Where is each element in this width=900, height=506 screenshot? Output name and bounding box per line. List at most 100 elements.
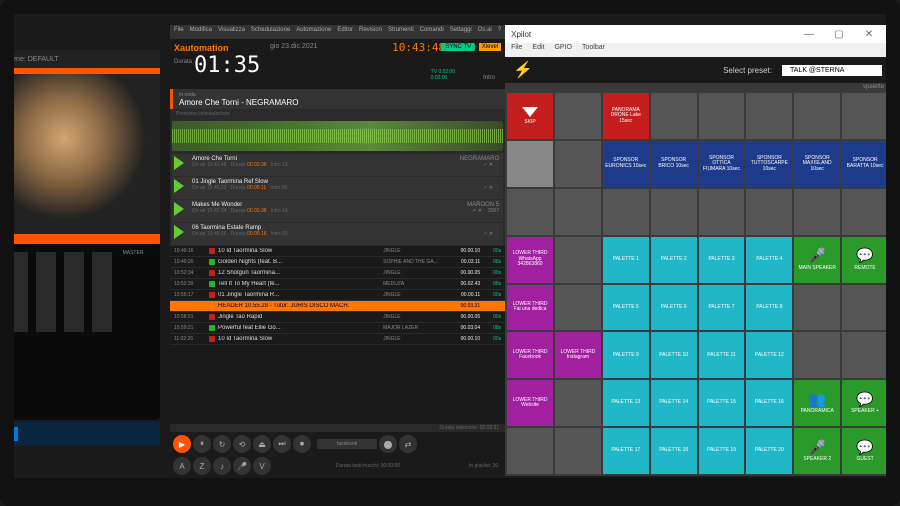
lightning-icon[interactable]: ⚡ xyxy=(513,60,533,80)
menu-item[interactable]: GPIO xyxy=(554,44,572,56)
tool-button[interactable]: A xyxy=(173,457,191,475)
palette-cell-lower-third-website[interactable]: LOWER THIRD Website xyxy=(507,380,553,426)
menu-item[interactable]: Modifica xyxy=(190,27,212,37)
menu-item[interactable]: Os.ai xyxy=(478,27,492,37)
playlist-row[interactable]: HEADER 10.55.28 - Tutor: JURIS DISCO MAC… xyxy=(170,301,505,312)
play-icon[interactable] xyxy=(174,202,184,216)
palette-cell-palette-7[interactable]: PALETTE 7 xyxy=(699,285,745,331)
play-icon[interactable] xyxy=(174,225,184,239)
palette-cell-palette-16[interactable]: PALETTE 16 xyxy=(746,380,792,426)
palette-cell-lower-third-instagram[interactable]: LOWER THIRD Instagram xyxy=(555,332,601,378)
xpilot-titlebar[interactable]: Xpilot — ▢ ✕ xyxy=(505,25,890,43)
palette-cell-speaker[interactable]: 💬SPEAKER + xyxy=(842,380,888,426)
palette-cell-sponsor-brico-10sec[interactable]: SPONSOR BRICO 10sec xyxy=(651,141,697,187)
palette-cell-guest[interactable]: 💬GUEST xyxy=(842,428,888,474)
palette-cell-main-speaker[interactable]: 🎤MAIN SPEAKER xyxy=(794,237,840,283)
palette-cell-palette-9[interactable]: PALETTE 9 xyxy=(603,332,649,378)
palette-cell-sponsor-maxisland-10sec[interactable]: SPONSOR MAXISLAND 10sec xyxy=(794,141,840,187)
palette-cell-speaker-2[interactable]: 🎤SPEAKER 2 xyxy=(794,428,840,474)
playlist-row[interactable]: 10:52:34 12 Shotgun Taormina... JINGLE 0… xyxy=(170,268,505,279)
audio-fader[interactable] xyxy=(92,252,112,332)
palette-cell-palette-17[interactable]: PALETTE 17 xyxy=(603,428,649,474)
playlist-row[interactable]: 10:52:39 Tell It To My Heart (fe... MEDU… xyxy=(170,279,505,290)
menu-item[interactable]: Edit xyxy=(532,44,544,56)
audio-fader[interactable] xyxy=(64,252,84,332)
tool-button[interactable]: Z xyxy=(193,457,211,475)
palette-cell-palette-5[interactable]: PALETTE 5 xyxy=(603,285,649,331)
deck-row[interactable]: 01 Jingle Taormina Ref Slow On air 15.45… xyxy=(172,177,503,199)
menu-item[interactable]: Visualizza xyxy=(218,27,245,37)
mic-icon[interactable]: 🎤 xyxy=(233,457,251,475)
sync-tv-badge[interactable]: SYNC TV xyxy=(441,43,475,51)
play-icon[interactable] xyxy=(174,179,184,193)
record-icon[interactable]: ⬤ xyxy=(379,435,397,453)
menu-item[interactable]: Toolbar xyxy=(582,44,605,56)
menu-item[interactable]: Revision xyxy=(359,27,382,37)
xautomation-menubar[interactable]: File Modifica Visualizza Schedulazione Autom… xyxy=(170,25,505,39)
playlist[interactable]: 10:49:16 10 Id Taormina Slow JINGLE 00.0… xyxy=(170,246,505,424)
controls-icon[interactable]: ✓ ✕ xyxy=(483,185,493,191)
palette-cell-palette-11[interactable]: PALETTE 11 xyxy=(699,332,745,378)
facebook-button[interactable]: facebook xyxy=(317,439,377,449)
menu-item[interactable]: Strumenti xyxy=(388,27,414,37)
palette-cell-palette-19[interactable]: PALETTE 19 xyxy=(699,428,745,474)
palette-cell-palette-2[interactable]: PALETTE 2 xyxy=(651,237,697,283)
play-icon[interactable] xyxy=(174,156,184,170)
playlist-row[interactable]: 10:49:26 Golden Nights (feat. B... SOPHI… xyxy=(170,257,505,268)
xlevel-badge[interactable]: Xlevel xyxy=(479,43,501,51)
skip-button[interactable]: ⏭ xyxy=(273,435,291,453)
palette-cell-palette-4[interactable]: PALETTE 4 xyxy=(746,237,792,283)
controls-icon[interactable]: ✓ ✕ xyxy=(472,208,482,214)
minimize-icon[interactable]: — xyxy=(794,29,824,40)
palette-cell-palette-1[interactable]: PALETTE 1 xyxy=(603,237,649,283)
palette-cell-palette-20[interactable]: PALETTE 20 xyxy=(746,428,792,474)
menu-item[interactable]: Automazione xyxy=(296,27,331,37)
preset-dropdown[interactable]: TALK @STERNA xyxy=(782,65,882,76)
palette-cell-palette-3[interactable]: PALETTE 3 xyxy=(699,237,745,283)
palette-cell-palette-18[interactable]: PALETTE 18 xyxy=(651,428,697,474)
stop-button[interactable]: ⏹ xyxy=(293,435,311,453)
menu-item[interactable]: ? xyxy=(498,27,501,37)
playlist-row[interactable]: 10:59:21 Powerful feat Ellie Go... MAJOR… xyxy=(170,323,505,334)
playlist-row[interactable]: 10:49:16 10 Id Taormina Slow JINGLE 00.0… xyxy=(170,246,505,257)
shuffle-icon[interactable]: ⇄ xyxy=(399,435,417,453)
palette-cell-remote[interactable]: 💬REMOTE xyxy=(842,237,888,283)
palette-cell-panoramica[interactable]: 👥PANORAMICA xyxy=(794,380,840,426)
palette-cell-palette-12[interactable]: PALETTE 12 xyxy=(746,332,792,378)
maximize-icon[interactable]: ▢ xyxy=(824,29,854,40)
menu-item[interactable]: Editor xyxy=(337,27,353,37)
palette-cell-palette-8[interactable]: PALETTE 8 xyxy=(746,285,792,331)
eject-button[interactable]: ⏏ xyxy=(253,435,271,453)
controls-icon[interactable]: ✓ ✕ xyxy=(483,231,493,237)
deck-row[interactable]: Amore Che TorniNEGRAMARO On air 10.41.48… xyxy=(172,154,503,176)
deck-row[interactable]: 06 Taormina Estate Ramp On air 10.49.16 … xyxy=(172,223,503,245)
menu-item[interactable]: Settaggi xyxy=(450,27,472,37)
palette-cell-sponsor-baratta-10sec[interactable]: SPONSOR BARATTA 10sec xyxy=(842,141,888,187)
tool-button[interactable]: ♪ xyxy=(213,457,231,475)
audio-fader[interactable] xyxy=(8,252,28,332)
palette-cell-sponsor-euronics-10sec[interactable]: SPONSOR EURONICS 10sec xyxy=(603,141,649,187)
palette-cell-palette-13[interactable]: PALETTE 13 xyxy=(603,380,649,426)
palette-cell-empty[interactable] xyxy=(507,141,553,187)
deck-row[interactable]: Makes Me WonderMAROON 5 On air 15.45.34 … xyxy=(172,200,503,222)
close-icon[interactable]: ✕ xyxy=(854,29,884,40)
menu-item[interactable]: File xyxy=(174,27,184,37)
audio-fader[interactable] xyxy=(36,252,56,332)
waveform-display[interactable] xyxy=(172,121,503,151)
menu-item[interactable]: Schedulazione xyxy=(251,27,290,37)
palette-cell-palette-15[interactable]: PALETTE 15 xyxy=(699,380,745,426)
menu-item[interactable]: File xyxy=(511,44,522,56)
reload-button[interactable]: ⟲ xyxy=(233,435,251,453)
palette-cell-lower-third-facebook[interactable]: LOWER THIRD Facebook xyxy=(507,332,553,378)
windows-start-icon[interactable] xyxy=(4,427,18,441)
windows-taskbar[interactable] xyxy=(0,422,160,446)
menu-item[interactable]: Comandi xyxy=(420,27,444,37)
palette-cell-lower-third-whatsapp-342863860[interactable]: LOWER THIRD WhatsApp 342863860 xyxy=(507,237,553,283)
palette-cell-palette-10[interactable]: PALETTE 10 xyxy=(651,332,697,378)
pause-button[interactable]: ⏸ xyxy=(193,435,211,453)
palette-cell-panorama-drone-lake-15sec[interactable]: PANORAMA DRONE Lake 15sec xyxy=(603,93,649,139)
xpilot-menubar[interactable]: File Edit GPIO Toolbar xyxy=(505,43,890,57)
palette-cell-skip[interactable]: SKIP xyxy=(507,93,553,139)
palette-cell-lower-third-fai-una-dedica[interactable]: LOWER THIRD Fai una dedica xyxy=(507,285,553,331)
playlist-row[interactable]: 11:02:26 10 Id Taormina Slow JINGLE 00.0… xyxy=(170,334,505,345)
